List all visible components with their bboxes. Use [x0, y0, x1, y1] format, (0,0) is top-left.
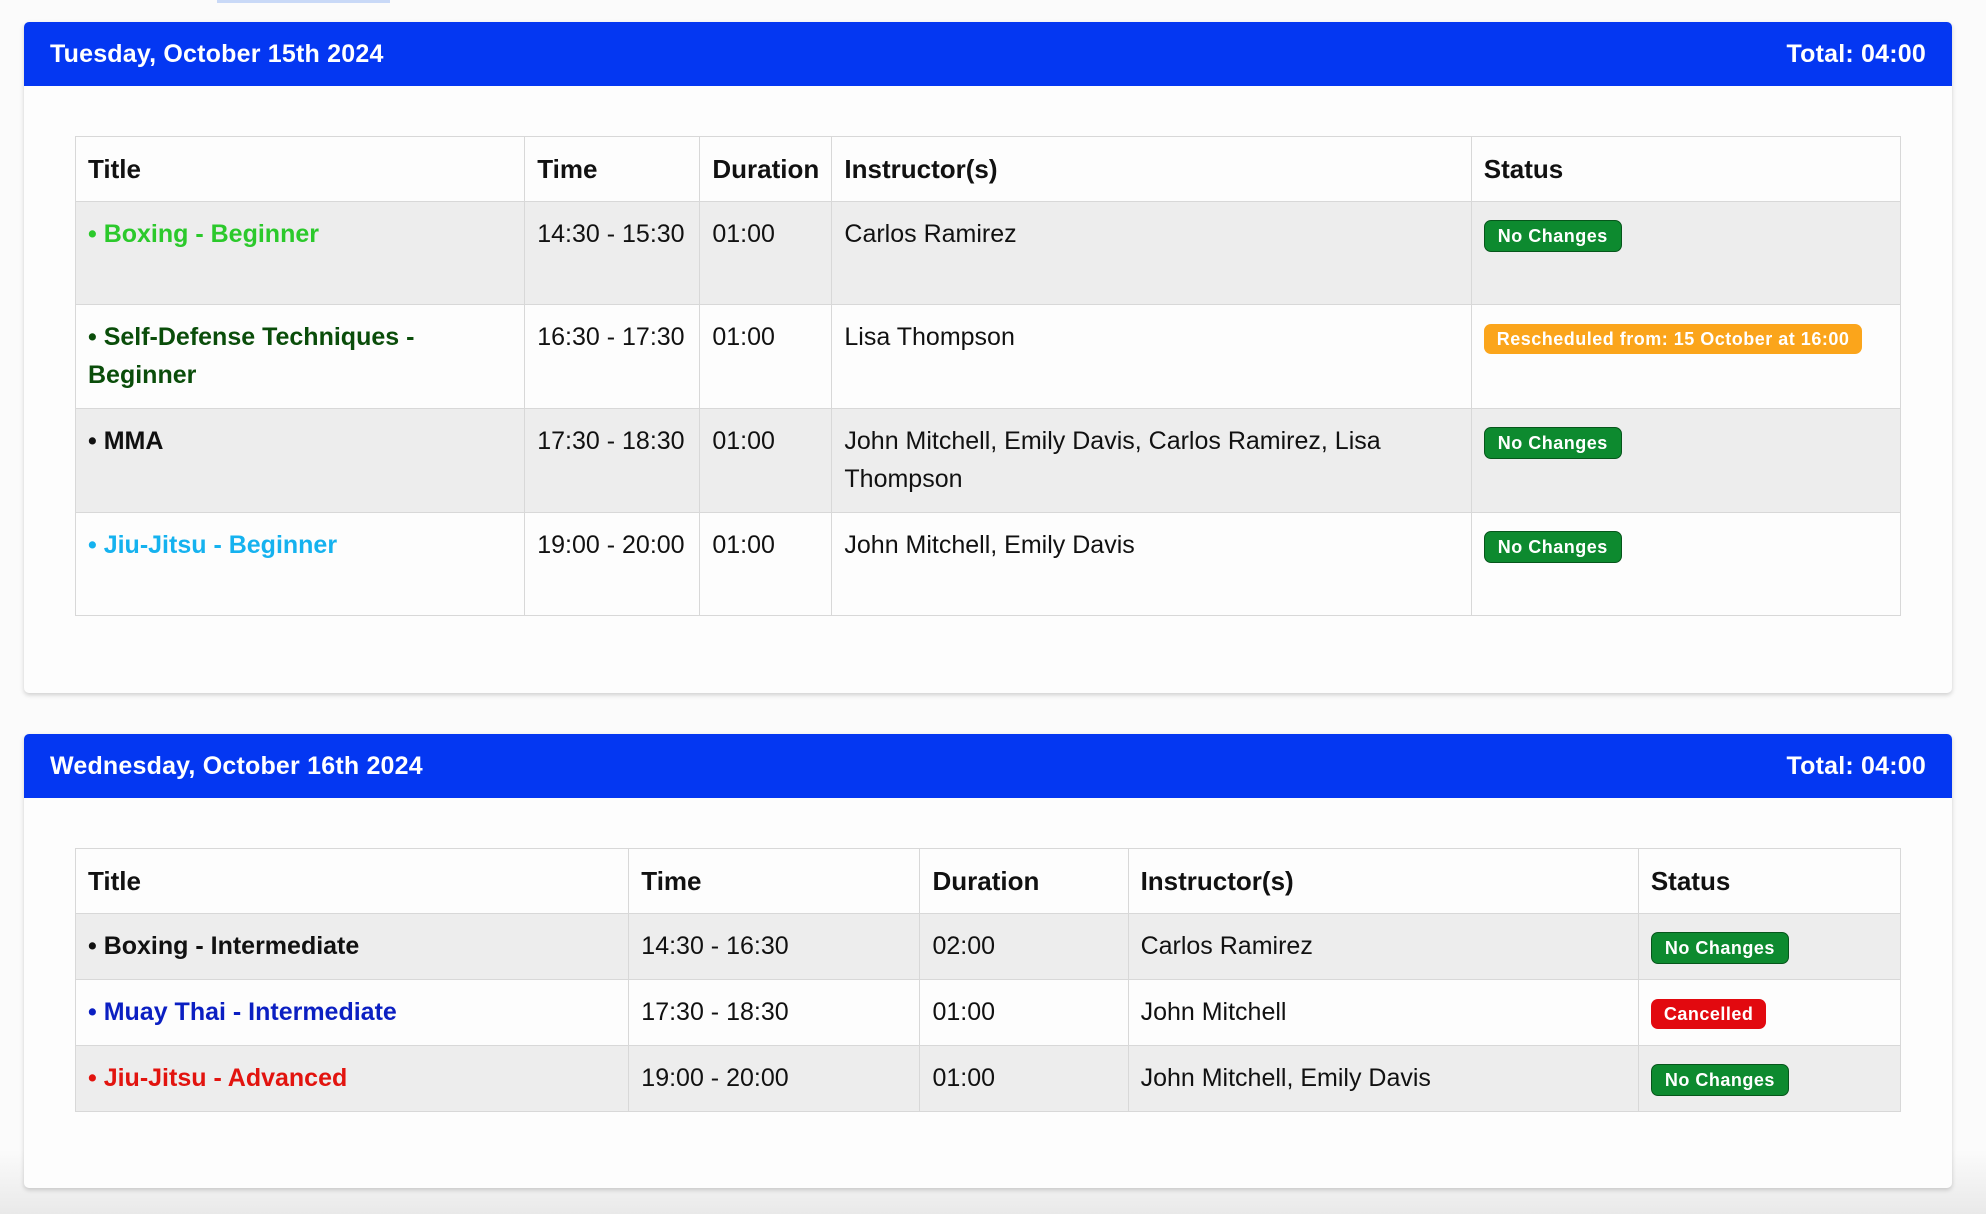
class-time: 19:00 - 20:00 [628, 1045, 921, 1112]
column-header-instructors: Instructor(s) [1127, 848, 1639, 914]
column-header-status: Status [1637, 848, 1902, 914]
class-title[interactable]: • Jiu-Jitsu - Advanced [88, 1064, 347, 1092]
class-instructors: Carlos Ramirez [1127, 913, 1639, 980]
column-header-title: Title [74, 136, 526, 202]
class-time: 16:30 - 17:30 [524, 304, 701, 409]
table-row: • Jiu-Jitsu - Advanced 19:00 - 20:00 01:… [74, 1045, 1902, 1112]
table-header-row: Title Time Duration Instructor(s) Status [74, 136, 1902, 202]
column-header-time: Time [524, 136, 701, 202]
class-title[interactable]: • MMA [88, 427, 163, 455]
class-instructors: John Mitchell [1127, 979, 1639, 1046]
day-date: Tuesday, October 15th 2024 [50, 39, 384, 68]
table-row: • Boxing - Beginner 14:30 - 15:30 01:00 … [74, 201, 1902, 305]
table-row: • Jiu-Jitsu - Beginner 19:00 - 20:00 01:… [74, 512, 1902, 616]
class-time: 17:30 - 18:30 [524, 408, 701, 513]
table-row: • MMA 17:30 - 18:30 01:00 John Mitchell,… [74, 408, 1902, 513]
class-instructors: John Mitchell, Emily Davis [831, 512, 1472, 616]
class-duration: 01:00 [699, 512, 833, 616]
class-instructors: Lisa Thompson [831, 304, 1472, 409]
status-badge: Rescheduled from: 15 October at 16:00 [1483, 324, 1863, 354]
column-header-status: Status [1470, 136, 1902, 202]
schedule-page: Tuesday, October 15th 2024 Total: 04:00 … [0, 0, 1986, 1214]
class-time: 14:30 - 16:30 [628, 913, 921, 980]
class-title[interactable]: • Boxing - Beginner [88, 220, 319, 248]
class-duration: 01:00 [919, 979, 1129, 1046]
day-date: Wednesday, October 16th 2024 [50, 751, 423, 780]
class-duration: 02:00 [919, 913, 1129, 980]
day-header: Tuesday, October 15th 2024 Total: 04:00 [24, 22, 1952, 86]
class-time: 17:30 - 18:30 [628, 979, 921, 1046]
class-title[interactable]: • Self-Defense Techniques - Beginner [88, 323, 414, 389]
table-row: • Muay Thai - Intermediate 17:30 - 18:30… [74, 979, 1902, 1046]
class-title[interactable]: • Jiu-Jitsu - Beginner [88, 531, 337, 559]
class-duration: 01:00 [919, 1045, 1129, 1112]
class-time: 14:30 - 15:30 [524, 201, 701, 305]
status-badge: Cancelled [1650, 999, 1767, 1029]
class-time: 19:00 - 20:00 [524, 512, 701, 616]
class-instructors: John Mitchell, Emily Davis [1127, 1045, 1639, 1112]
status-badge: No Changes [1650, 1064, 1789, 1096]
table-header-row: Title Time Duration Instructor(s) Status [74, 848, 1902, 914]
day-header: Wednesday, October 16th 2024 Total: 04:0… [24, 734, 1952, 798]
schedule-table: Title Time Duration Instructor(s) Status… [74, 136, 1902, 616]
class-duration: 01:00 [699, 304, 833, 409]
day-card-wednesday: Wednesday, October 16th 2024 Total: 04:0… [24, 734, 1952, 1188]
class-duration: 01:00 [699, 201, 833, 305]
column-header-time: Time [628, 848, 921, 914]
table-row: • Boxing - Intermediate 14:30 - 16:30 02… [74, 913, 1902, 980]
day-total: Total: 04:00 [1786, 751, 1926, 780]
column-header-duration: Duration [699, 136, 833, 202]
day-total: Total: 04:00 [1786, 39, 1926, 68]
status-badge: No Changes [1483, 531, 1622, 563]
class-title[interactable]: • Muay Thai - Intermediate [88, 998, 397, 1026]
status-badge: No Changes [1483, 220, 1622, 252]
column-header-title: Title [74, 848, 630, 914]
column-header-duration: Duration [919, 848, 1129, 914]
class-title[interactable]: • Boxing - Intermediate [88, 932, 359, 960]
class-instructors: Carlos Ramirez [831, 201, 1472, 305]
day-card-tuesday: Tuesday, October 15th 2024 Total: 04:00 … [24, 22, 1952, 693]
status-badge: No Changes [1483, 427, 1622, 459]
class-duration: 01:00 [699, 408, 833, 513]
status-badge: No Changes [1650, 932, 1789, 964]
column-header-instructors: Instructor(s) [831, 136, 1472, 202]
active-tab-indicator [217, 0, 390, 3]
schedule-table: Title Time Duration Instructor(s) Status… [74, 848, 1902, 1112]
table-row: • Self-Defense Techniques - Beginner 16:… [74, 304, 1902, 409]
class-instructors: John Mitchell, Emily Davis, Carlos Ramir… [831, 408, 1472, 513]
